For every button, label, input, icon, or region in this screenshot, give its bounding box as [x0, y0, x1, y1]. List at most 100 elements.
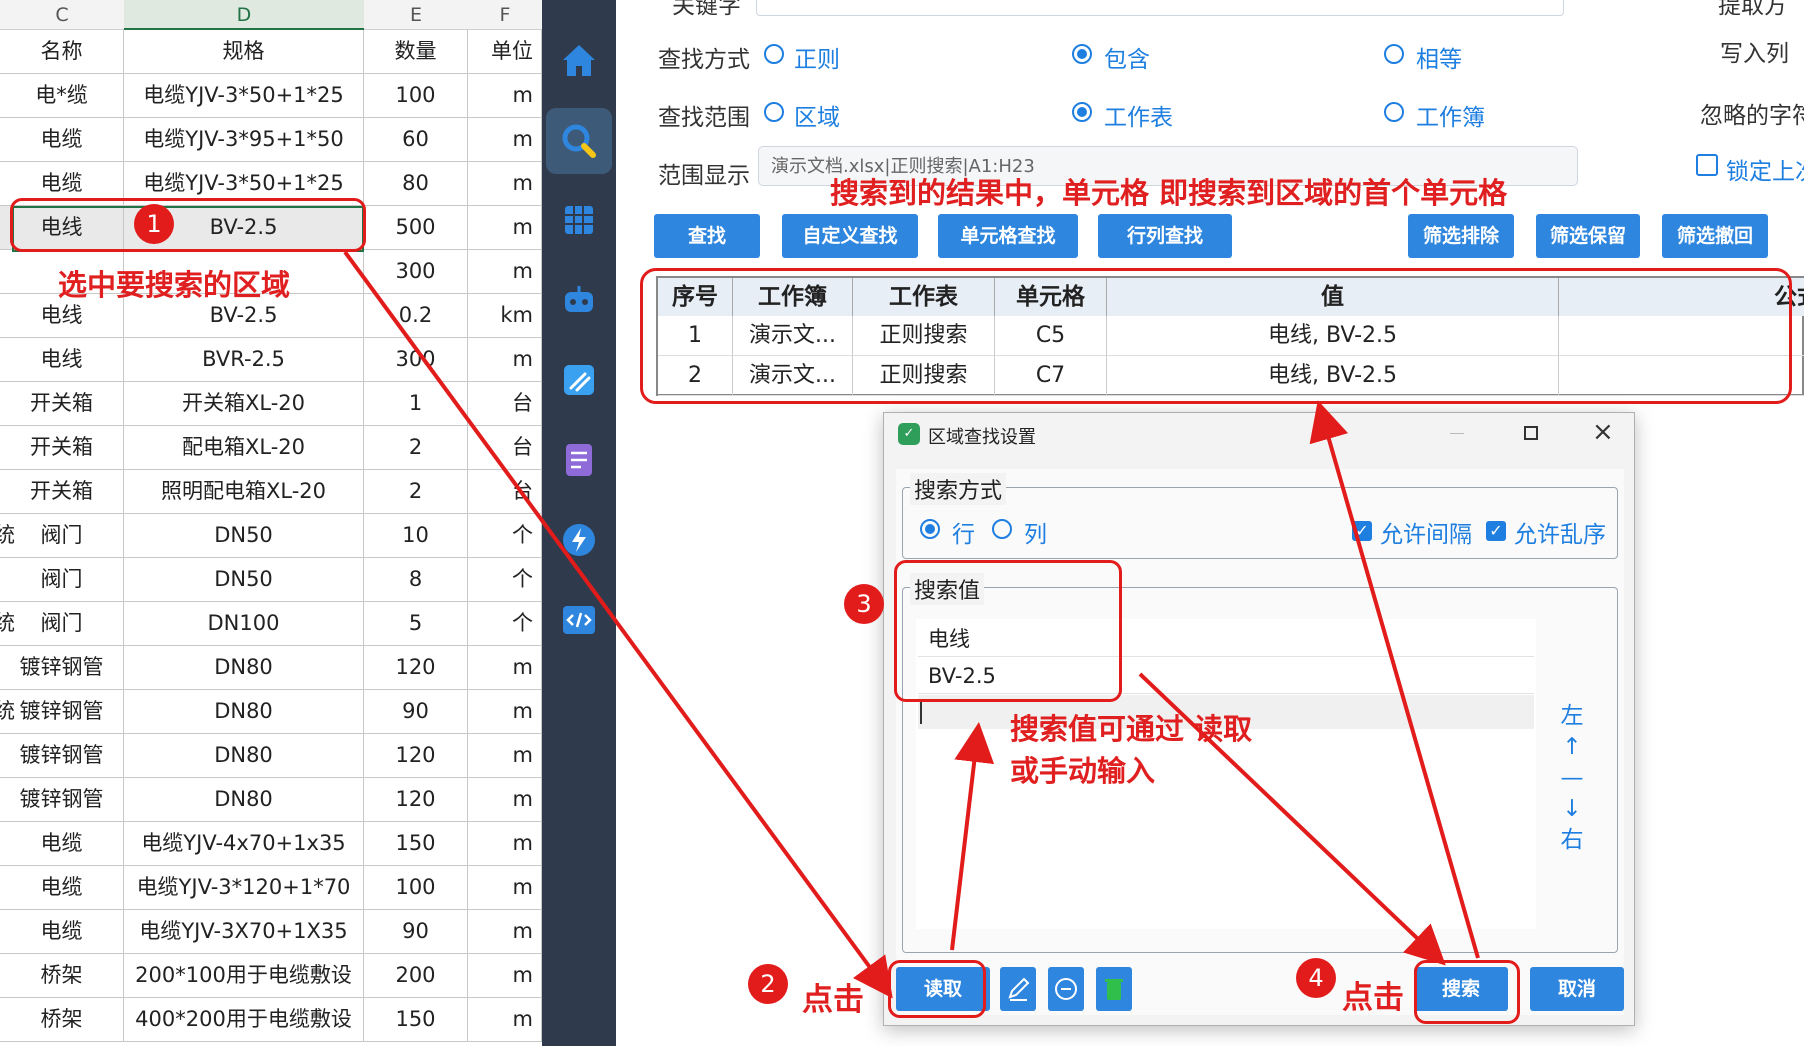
sheet-cell[interactable]: 5 [364, 602, 468, 646]
sheet-cell[interactable]: m [468, 74, 542, 118]
sheet-cell[interactable]: m [468, 162, 542, 206]
sheet-cell[interactable]: m [468, 734, 542, 778]
sheet-header-cell[interactable]: 名称 [0, 30, 124, 74]
sheet-cell[interactable]: 8 [364, 558, 468, 602]
allow-gap-checkbox[interactable]: ✓ [1352, 521, 1372, 541]
sheet-cell[interactable]: 台 [468, 470, 542, 514]
sheet-cell[interactable]: 开关箱 [0, 470, 124, 514]
sheet-cell[interactable]: 桥架 [0, 954, 124, 998]
sheet-cell[interactable]: 照明配电箱XL-20 [124, 470, 364, 514]
sheet-cell[interactable]: 电缆YJV-3*120+1*70 [124, 866, 364, 910]
sheet-cell[interactable]: m [468, 690, 542, 734]
sheet-cell[interactable]: 10 [364, 514, 468, 558]
sheet-cell[interactable]: 电缆 [0, 118, 124, 162]
custom-find-button[interactable]: 自定义查找 [782, 214, 918, 258]
sheet-cell[interactable]: 开关箱XL-20 [124, 382, 364, 426]
sheet-cell[interactable]: 台 [468, 382, 542, 426]
sheet-cell[interactable]: 500 [364, 206, 468, 250]
sidebar-grid[interactable] [551, 192, 607, 248]
sheet-cell[interactable]: m [468, 910, 542, 954]
sheet-cell[interactable]: m [468, 646, 542, 690]
sidebar-lightning[interactable] [551, 512, 607, 568]
column-header-f[interactable]: F [468, 0, 542, 30]
sheet-cell[interactable]: 电线 [0, 338, 124, 382]
scope-book-radio[interactable] [1384, 102, 1404, 122]
sheet-cell[interactable]: DN80 [124, 646, 364, 690]
sheet-cell[interactable]: 60 [364, 118, 468, 162]
keyword-input[interactable] [756, 0, 1564, 16]
sheet-cell[interactable]: 镀锌钢管 [0, 734, 124, 778]
sheet-cell[interactable]: 阀门 [0, 514, 124, 558]
sidebar-search[interactable] [546, 108, 612, 174]
sheet-cell[interactable]: 120 [364, 646, 468, 690]
sheet-cell[interactable]: 400*200用于电缆敷设 [124, 998, 364, 1042]
sheet-header-cell[interactable]: 规格 [124, 30, 364, 74]
row-radio[interactable] [920, 519, 940, 539]
sheet-cell[interactable]: 1 [364, 382, 468, 426]
scope-sheet-radio[interactable] [1072, 102, 1092, 122]
close-icon[interactable]: × [1592, 417, 1614, 447]
maximize-icon[interactable] [1524, 426, 1538, 440]
sheet-cell[interactable]: 90 [364, 690, 468, 734]
mode-regex-radio[interactable] [764, 44, 784, 64]
sheet-cell[interactable]: 300 [364, 338, 468, 382]
sheet-cell[interactable]: 120 [364, 734, 468, 778]
mode-contains-radio[interactable] [1072, 44, 1092, 64]
sheet-cell[interactable]: m [468, 954, 542, 998]
sheet-cell[interactable]: 阀门 [0, 558, 124, 602]
sheet-cell[interactable]: 桥架 [0, 998, 124, 1042]
sidebar-robot[interactable] [551, 272, 607, 328]
sheet-cell[interactable]: 镀锌钢管 [0, 646, 124, 690]
sheet-cell[interactable]: 配电箱XL-20 [124, 426, 364, 470]
column-header-d[interactable]: D [124, 0, 364, 30]
scope-range-radio[interactable] [764, 102, 784, 122]
column-header-c[interactable]: C [0, 0, 124, 30]
sheet-cell[interactable]: 个 [468, 558, 542, 602]
minimize-icon[interactable] [1450, 433, 1464, 434]
filter-exclude-button[interactable]: 筛选排除 [1408, 214, 1514, 258]
filter-undo-button[interactable]: 筛选撤回 [1662, 214, 1768, 258]
sheet-cell[interactable]: 电缆YJV-3X70+1X35 [124, 910, 364, 954]
sheet-cell[interactable]: 个 [468, 602, 542, 646]
sheet-cell[interactable]: 电缆 [0, 866, 124, 910]
sheet-cell[interactable]: m [468, 998, 542, 1042]
sheet-cell[interactable]: m [468, 338, 542, 382]
allow-disorder-checkbox[interactable]: ✓ [1486, 521, 1506, 541]
sheet-cell[interactable]: 电*缆 [0, 74, 124, 118]
sheet-cell[interactable]: 台 [468, 426, 542, 470]
sheet-cell[interactable]: km [468, 294, 542, 338]
delete-button[interactable] [1096, 967, 1132, 1011]
sidebar-home[interactable] [551, 32, 607, 88]
sheet-cell[interactable]: DN80 [124, 734, 364, 778]
sheet-cell[interactable]: 100 [364, 74, 468, 118]
sheet-cell[interactable]: 80 [364, 162, 468, 206]
sheet-cell[interactable]: 200*100用于电缆敷设 [124, 954, 364, 998]
sheet-cell[interactable]: m [468, 206, 542, 250]
sheet-cell[interactable]: DN80 [124, 778, 364, 822]
sheet-cell[interactable]: 0.2 [364, 294, 468, 338]
sheet-cell[interactable]: 200 [364, 954, 468, 998]
sheet-cell[interactable]: 开关箱 [0, 382, 124, 426]
sheet-cell[interactable]: 个 [468, 514, 542, 558]
sheet-cell[interactable]: 开关箱 [0, 426, 124, 470]
sheet-cell[interactable]: 150 [364, 998, 468, 1042]
sheet-cell[interactable]: DN100 [124, 602, 364, 646]
row-col-find-button[interactable]: 行列查找 [1098, 214, 1232, 258]
sidebar-broom[interactable] [551, 352, 607, 408]
sheet-cell[interactable]: 90 [364, 910, 468, 954]
sheet-cell[interactable]: 电缆YJV-3*50+1*25 [124, 74, 364, 118]
col-radio[interactable] [992, 519, 1012, 539]
filter-keep-button[interactable]: 筛选保留 [1536, 214, 1640, 258]
sheet-cell[interactable]: 镀锌钢管 [0, 690, 124, 734]
sheet-cell[interactable]: 电缆YJV-3*95+1*50 [124, 118, 364, 162]
sheet-cell[interactable]: 2 [364, 470, 468, 514]
sheet-cell[interactable]: 电缆 [0, 910, 124, 954]
sheet-cell[interactable]: 电缆 [0, 822, 124, 866]
sheet-cell[interactable]: m [468, 822, 542, 866]
direction-indicator[interactable]: 左 ↑ — ↓ 右 [1560, 701, 1584, 856]
sheet-cell[interactable]: m [468, 778, 542, 822]
mode-equal-radio[interactable] [1384, 44, 1404, 64]
sheet-cell[interactable]: 镀锌钢管 [0, 778, 124, 822]
sidebar-notes[interactable] [551, 432, 607, 488]
sidebar-code[interactable] [551, 592, 607, 648]
